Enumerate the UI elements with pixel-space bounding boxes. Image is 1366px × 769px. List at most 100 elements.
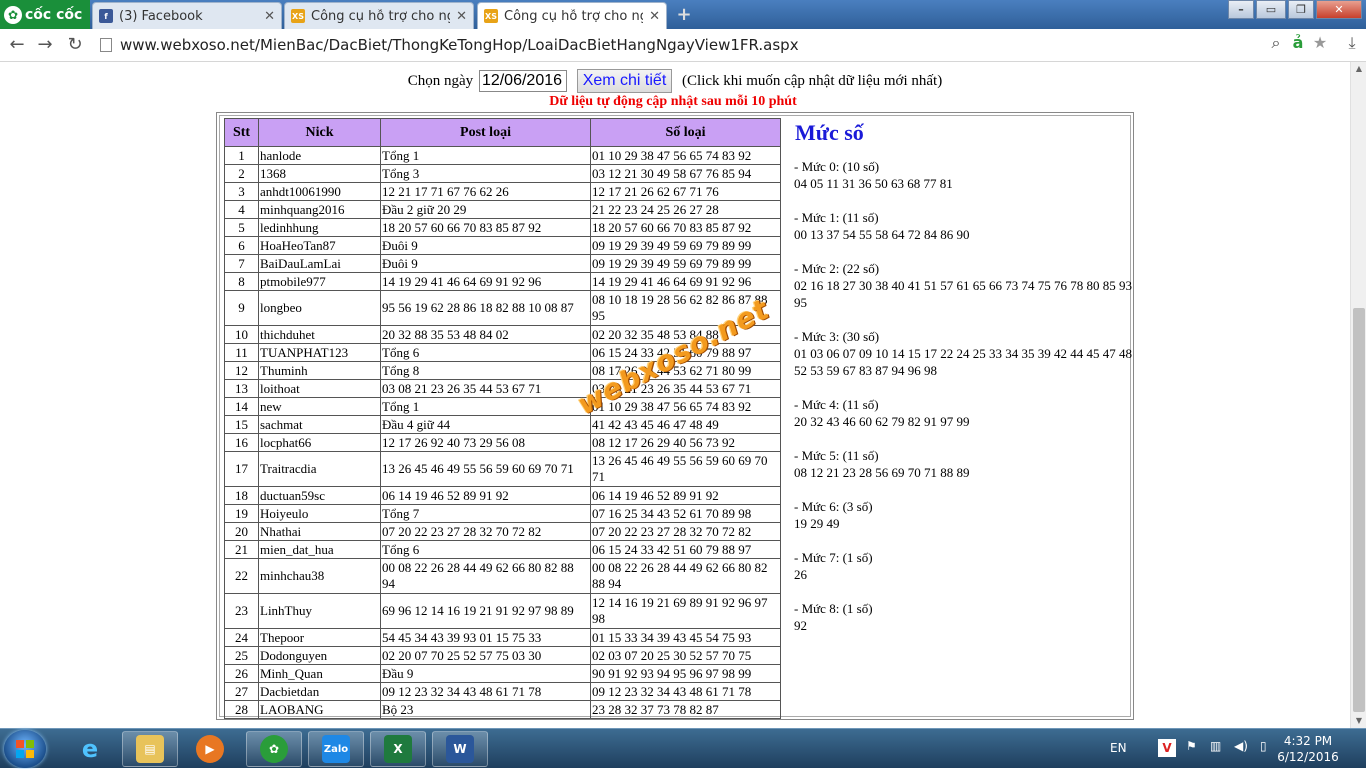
cell-stt: 6 <box>224 236 259 255</box>
page-icon <box>100 38 112 52</box>
tab-webxoso-1[interactable]: XS Công cụ hỗ trợ cho người ✕ <box>284 2 474 29</box>
taskbar-excel[interactable]: X <box>370 731 426 767</box>
internet-explorer-icon: e <box>81 735 99 763</box>
cell-nick: locphat66 <box>258 433 381 452</box>
table-row: 20 Nhathai 07 20 22 23 27 28 32 70 72 82 07… <box>224 522 781 541</box>
cell-so-loai: 01 15 33 34 39 43 45 54 75 93 <box>590 628 781 647</box>
clock[interactable]: 4:32 PM 6/12/2016 <box>1268 733 1348 765</box>
table-row: 23 LinhThuy 69 96 12 14 16 19 21 91 92 97 … <box>224 593 781 629</box>
cell-post-loai: 07 20 22 23 27 28 32 70 72 82 <box>380 522 591 541</box>
results-frame: Stt Nick Post loại Số loại 1 hanlode Tổng … <box>216 112 1134 720</box>
level-item: - Mức 1: (11 số) 00 13 37 54 55 58 64 72 … <box>794 209 1134 243</box>
level-numbers: 02 16 18 27 30 38 40 41 51 57 61 65 66 7… <box>794 278 1132 310</box>
tab-facebook[interactable]: f (3) Facebook ✕ <box>92 2 282 29</box>
language-indicator[interactable]: EN <box>1110 741 1127 755</box>
table-row: 10 thichduhet 20 32 88 35 53 48 84 02 02 20… <box>224 325 781 344</box>
cell-post-loai: Đầu 9 <box>380 664 591 683</box>
cell-nick: Minh_Quan <box>258 664 381 683</box>
cell-post-loai: Tổng 7 <box>380 504 591 523</box>
cell-post-loai: Tổng 1 <box>380 146 591 165</box>
coccoc-logo[interactable]: ✿ cốc cốc <box>0 0 90 29</box>
cell-so-loai: 03 12 21 30 49 58 67 76 85 94 <box>590 164 781 183</box>
cell-nick: LAOBANG <box>258 700 381 719</box>
taskbar-zalo[interactable]: Zalo <box>308 731 364 767</box>
level-item: - Mức 7: (1 số) 26 <box>794 549 1134 583</box>
table-row: 27 Dacbietdan 09 12 23 32 34 43 48 61 71 7… <box>224 682 781 701</box>
start-button[interactable] <box>4 730 46 768</box>
vietkey-icon[interactable]: V <box>1158 739 1176 757</box>
table-row: 11 TUANPHAT123 Tổng 6 06 15 24 33 42 51 60 … <box>224 343 781 362</box>
cell-so-loai: 18 20 57 60 66 70 83 85 87 92 <box>590 218 781 237</box>
table-row: 17 Traitracdia 13 26 45 46 49 55 56 59 60 … <box>224 451 781 487</box>
flag-tray-icon[interactable]: ⚑ <box>1186 739 1197 753</box>
minimize-button[interactable]: – <box>1228 0 1254 19</box>
back-icon[interactable]: ← <box>6 34 28 56</box>
word-icon: W <box>446 735 474 763</box>
cell-stt: 20 <box>224 522 259 541</box>
date-controls: Chọn ngày 12/06/2016 Xem chi tiết (Click… <box>0 69 1350 93</box>
taskbar-media[interactable]: ▶ <box>182 731 238 767</box>
bookmark-star-icon[interactable]: ★ <box>1310 33 1330 53</box>
excel-icon: X <box>384 735 412 763</box>
download-icon[interactable]: ⤓ <box>1342 33 1362 53</box>
cell-nick: ledinhhung <box>258 218 381 237</box>
volume-icon[interactable]: ◀) <box>1234 739 1248 753</box>
taskbar-coccoc[interactable]: ✿ <box>246 731 302 767</box>
cell-so-loai: 23 28 32 37 73 78 82 87 <box>590 700 781 719</box>
table-row: 14 new Tổng 1 01 10 29 38 47 56 65 74 83 92 <box>224 397 781 416</box>
tab-webxoso-active[interactable]: XS Công cụ hỗ trợ cho người ✕ <box>477 2 667 29</box>
close-icon[interactable]: ✕ <box>264 9 275 24</box>
cell-stt: 5 <box>224 218 259 237</box>
forward-icon[interactable]: → <box>34 34 56 56</box>
vertical-scrollbar[interactable]: ▲ ▼ <box>1350 62 1366 728</box>
close-window-button[interactable]: ✕ <box>1316 0 1362 19</box>
cell-nick: 1368 <box>258 164 381 183</box>
reload-icon[interactable]: ↻ <box>64 34 86 56</box>
taskbar-ie[interactable]: e <box>62 731 118 767</box>
cell-stt: 13 <box>224 379 259 398</box>
header-post-loai: Post loại <box>380 118 591 147</box>
taskbar-explorer[interactable]: ▤ <box>122 731 178 767</box>
cell-so-loai: 01 10 29 38 47 56 65 74 83 92 <box>590 146 781 165</box>
maximize-button[interactable]: ❐ <box>1288 0 1314 19</box>
address-bar[interactable]: www.webxoso.net/MienBac/DacBiet/ThongKeT… <box>96 32 1336 59</box>
tab-title: Công cụ hỗ trợ cho người <box>504 8 643 24</box>
cell-post-loai: 03 08 21 23 26 35 44 53 67 71 <box>380 379 591 398</box>
table-row: 1 hanlode Tổng 1 01 10 29 38 47 56 65 74 83… <box>224 146 781 165</box>
close-icon[interactable]: ✕ <box>649 9 660 24</box>
cell-post-loai: 69 96 12 14 16 19 21 91 92 97 98 89 <box>380 593 591 629</box>
level-label: - Mức 6: (3 số) <box>794 499 873 514</box>
scroll-down-icon[interactable]: ▼ <box>1351 714 1366 728</box>
header-stt: Stt <box>224 118 259 147</box>
table-row: 21 mien_dat_hua Tổng 6 06 15 24 33 42 51 60… <box>224 540 781 559</box>
cell-post-loai: Bộ 23 <box>380 700 591 719</box>
date-input[interactable]: 12/06/2016 <box>478 70 567 92</box>
cell-stt: 21 <box>224 540 259 559</box>
auto-update-note: Dữ liệu tự động cập nhật sau mỗi 10 phút <box>549 94 797 109</box>
cell-stt: 3 <box>224 182 259 201</box>
scroll-up-icon[interactable]: ▲ <box>1351 62 1366 76</box>
tab-title: (3) Facebook <box>119 8 203 24</box>
cell-so-loai: 12 17 21 26 62 67 71 76 <box>590 182 781 201</box>
cell-stt: 27 <box>224 682 259 701</box>
taskbar-word[interactable]: W <box>432 731 488 767</box>
new-tab-icon[interactable]: + <box>672 4 696 26</box>
cell-so-loai: 02 20 32 35 48 53 84 88 <box>590 325 781 344</box>
date-label: Chọn ngày <box>407 72 474 89</box>
cell-nick: mien_dat_hua <box>258 540 381 559</box>
cell-so-loai: 08 10 18 19 28 56 62 82 86 87 88 95 <box>590 290 781 326</box>
scrollbar-thumb[interactable] <box>1353 308 1365 712</box>
zoom-icon[interactable]: ⌕ <box>1266 33 1286 53</box>
view-details-button[interactable]: Xem chi tiết <box>576 69 673 93</box>
cell-stt: 2 <box>224 164 259 183</box>
cell-nick: BaiDauLamLai <box>258 254 381 273</box>
network-icon[interactable]: ▥ <box>1210 739 1221 753</box>
vietnamese-input-icon[interactable]: ả <box>1288 33 1308 53</box>
restore-button[interactable]: ▭ <box>1256 0 1286 19</box>
coccoc-taskbar-icon: ✿ <box>260 735 288 763</box>
cell-nick: ductuan59sc <box>258 486 381 505</box>
battery-icon[interactable]: ▯ <box>1260 739 1267 753</box>
close-icon[interactable]: ✕ <box>456 9 467 24</box>
cell-nick: Hoiyeulo <box>258 504 381 523</box>
level-item: - Mức 0: (10 số) 04 05 11 31 36 50 63 68 … <box>794 158 1134 192</box>
